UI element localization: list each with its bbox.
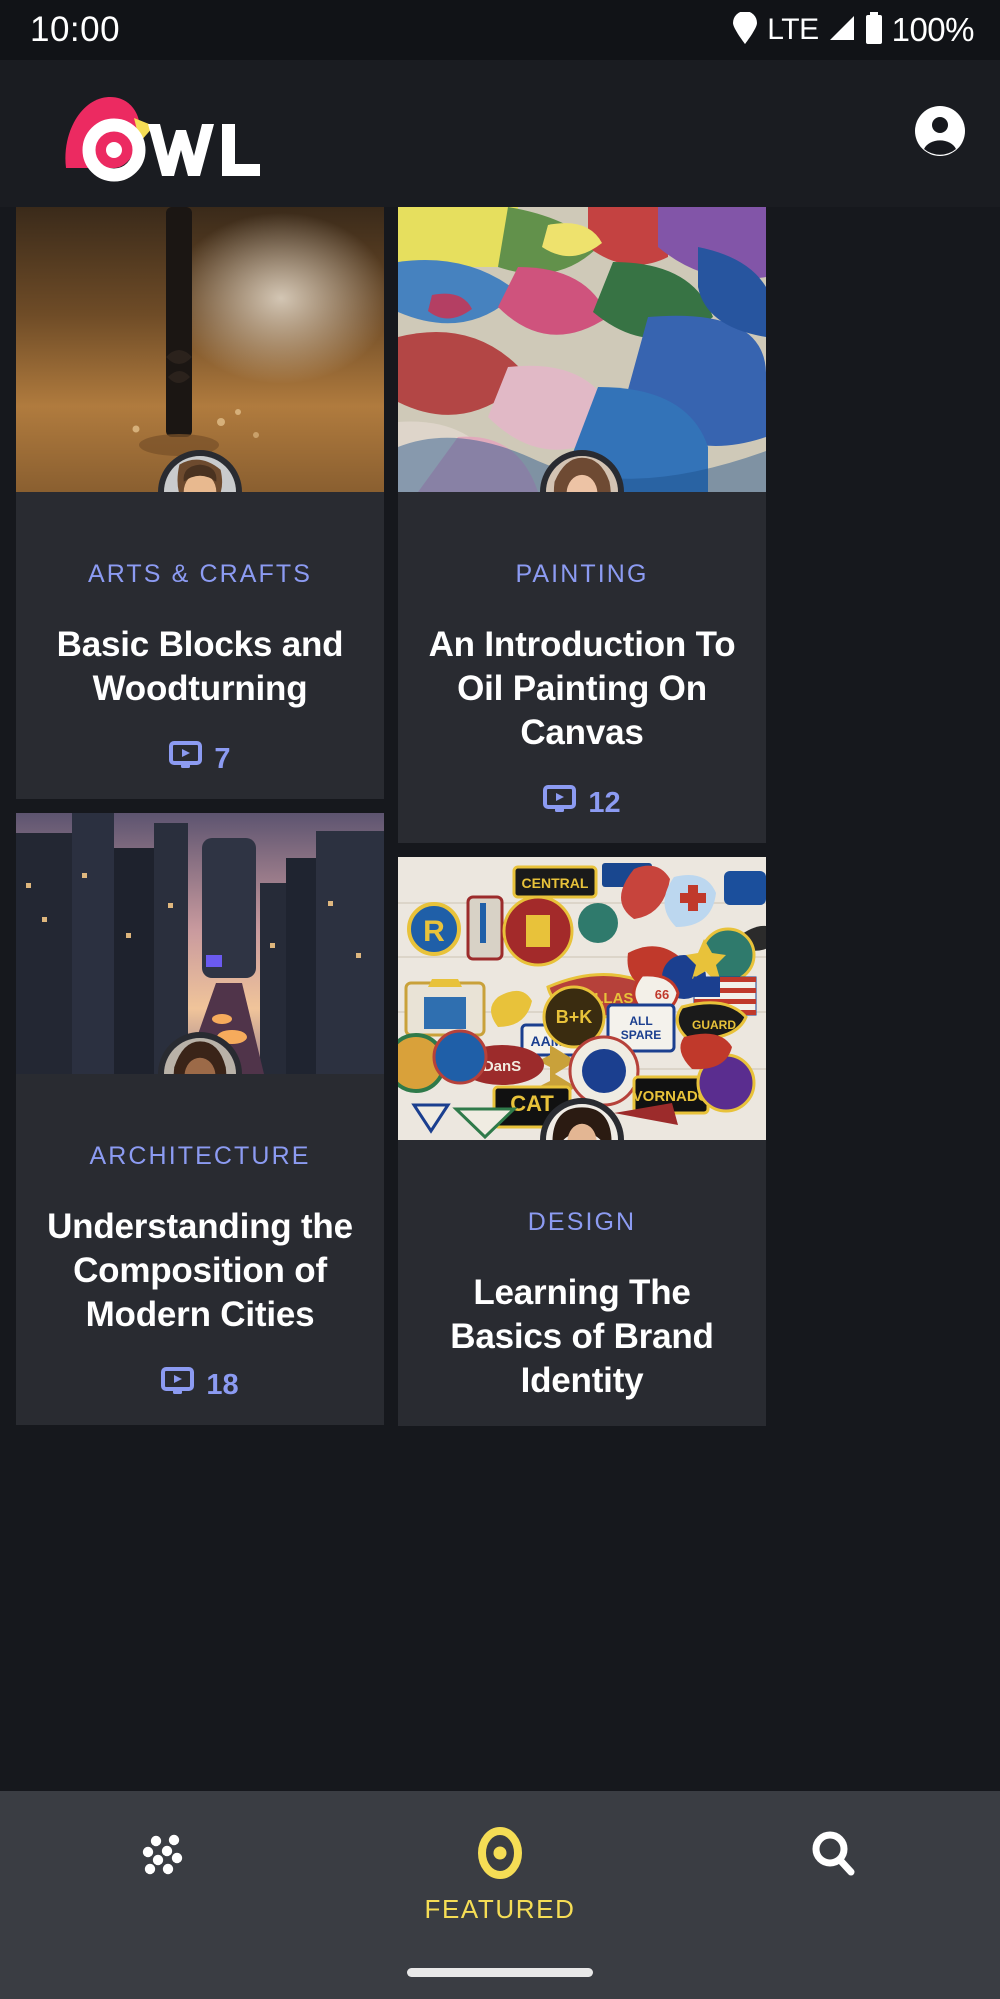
card-body: Architecture Understanding the Compositi… bbox=[16, 1142, 384, 1425]
bottom-navigation[interactable]: FEATURED bbox=[0, 1791, 1000, 1999]
card-category: Architecture bbox=[89, 1142, 311, 1171]
card-body: Arts & Crafts Basic Blocks and Woodturni… bbox=[16, 560, 384, 799]
video-count-label: 18 bbox=[206, 1368, 239, 1401]
card-title: Basic Blocks and Woodturning bbox=[56, 625, 344, 709]
eye-target-icon[interactable] bbox=[474, 1827, 526, 1884]
card-title: An Introduction To Oil Painting On Canva… bbox=[428, 625, 736, 753]
card-title: Understanding the Composition of Modern … bbox=[47, 1207, 353, 1335]
card-body: Design Learning The Basics of Brand Iden… bbox=[398, 1208, 766, 1425]
card-video-count: 12 bbox=[416, 785, 748, 821]
card-video-count: 7 bbox=[34, 741, 366, 777]
status-bar: 10:00 LTE 100% bbox=[0, 0, 1000, 60]
card-title: Learning The Basics of Brand Identity bbox=[450, 1273, 714, 1401]
card-video-count: 18 bbox=[34, 1367, 366, 1403]
course-card[interactable]: Painting An Introduction To Oil Painting… bbox=[398, 207, 766, 844]
svg-text:R: R bbox=[423, 915, 445, 948]
feed-grid[interactable]: Arts & Crafts Basic Blocks and Woodturni… bbox=[0, 207, 1000, 1791]
card-thumbnail[interactable] bbox=[398, 207, 766, 492]
course-card[interactable]: Architecture Understanding the Compositi… bbox=[16, 813, 384, 1426]
card-thumbnail[interactable] bbox=[16, 207, 384, 492]
app-header bbox=[0, 60, 1000, 207]
svg-text:CAT: CAT bbox=[510, 1091, 554, 1116]
owl-logo[interactable] bbox=[44, 60, 284, 207]
battery-icon bbox=[865, 11, 883, 49]
monitor-play-icon bbox=[161, 1367, 195, 1403]
card-thumbnail[interactable] bbox=[16, 813, 384, 1075]
card-category: Painting bbox=[515, 560, 649, 588]
nav-item-browse[interactable] bbox=[47, 1827, 287, 1896]
feed-column-left: Arts & Crafts Basic Blocks and Woodturni… bbox=[16, 207, 384, 1791]
nav-item-featured[interactable]: FEATURED bbox=[380, 1827, 620, 1925]
battery-percent-label: 100% bbox=[891, 11, 975, 48]
nav-label-featured: FEATURED bbox=[424, 1894, 576, 1924]
svg-text:SPARE: SPARE bbox=[621, 1028, 661, 1042]
search-icon[interactable] bbox=[807, 1827, 859, 1884]
course-card[interactable]: Arts & Crafts Basic Blocks and Woodturni… bbox=[16, 207, 384, 800]
video-count-label: 12 bbox=[588, 786, 621, 819]
svg-text:CENTRAL: CENTRAL bbox=[522, 875, 589, 891]
feed-column-right: Painting An Introduction To Oil Painting… bbox=[398, 207, 766, 1791]
svg-text:66: 66 bbox=[655, 987, 669, 1002]
account-circle-icon[interactable] bbox=[914, 105, 966, 162]
svg-text:DanS: DanS bbox=[483, 1058, 521, 1075]
location-icon bbox=[732, 10, 758, 49]
card-thumbnail[interactable]: R CENTRAL DALLAS 66 B+K ALL SPARE GUARD … bbox=[398, 857, 766, 1141]
card-category: Arts & Crafts bbox=[87, 560, 313, 588]
nav-item-search[interactable] bbox=[713, 1827, 953, 1894]
signal-icon bbox=[828, 14, 856, 47]
card-body: Painting An Introduction To Oil Painting… bbox=[398, 560, 766, 843]
home-indicator[interactable] bbox=[407, 1968, 593, 1977]
monitor-play-icon bbox=[543, 785, 577, 821]
card-category: Design bbox=[527, 1208, 637, 1237]
dot-grid-icon[interactable] bbox=[140, 1827, 194, 1886]
course-card[interactable]: R CENTRAL DALLAS 66 B+K ALL SPARE GUARD … bbox=[398, 857, 766, 1426]
status-time: 10:00 bbox=[30, 10, 121, 49]
video-count-label: 7 bbox=[214, 742, 231, 775]
monitor-play-icon bbox=[169, 741, 203, 777]
svg-text:ALL: ALL bbox=[629, 1014, 652, 1028]
network-type-label: LTE bbox=[767, 13, 819, 46]
status-indicators: LTE 100% bbox=[732, 10, 975, 49]
svg-text:GUARD: GUARD bbox=[692, 1018, 736, 1032]
svg-text:B+K: B+K bbox=[556, 1007, 593, 1027]
